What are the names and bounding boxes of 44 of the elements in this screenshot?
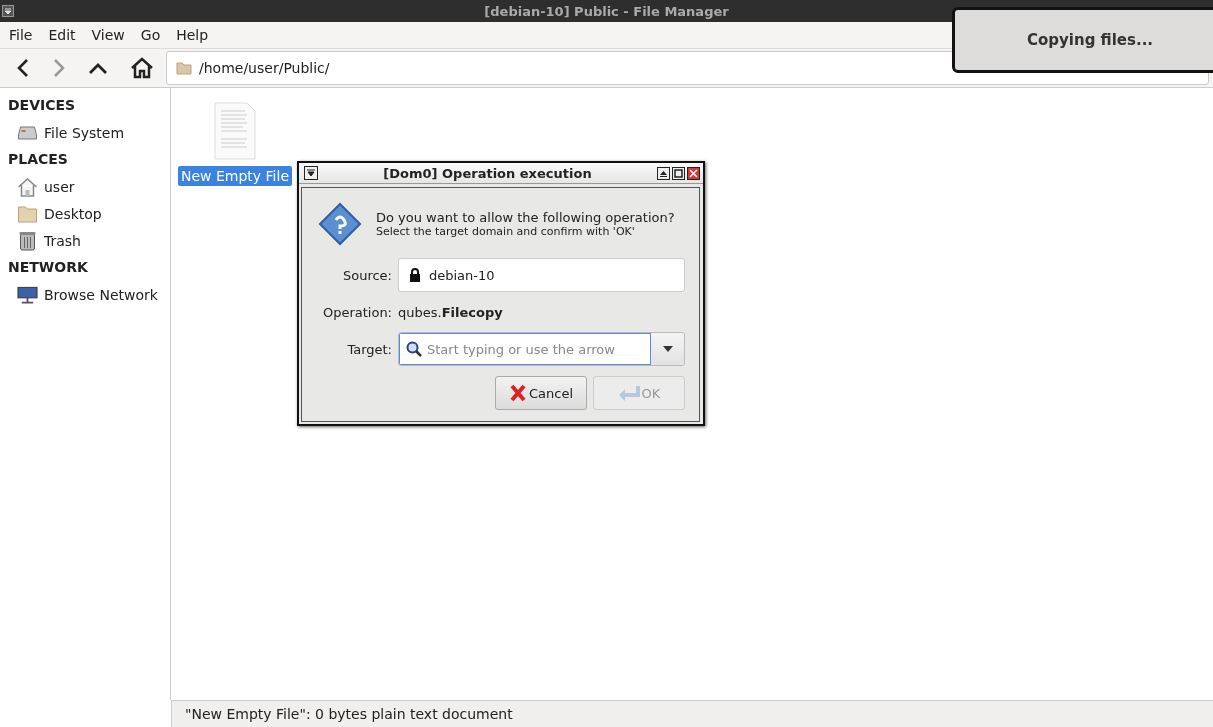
menu-item[interactable]: Go bbox=[132, 27, 169, 43]
file-name[interactable]: New Empty File bbox=[178, 166, 292, 186]
menu-item[interactable]: Help bbox=[168, 27, 217, 43]
operation-value: qubes.Filecopy bbox=[398, 303, 504, 322]
field-label: Operation: bbox=[321, 304, 392, 320]
dialog-hint: Select the target domain and confirm with 'OK' bbox=[376, 225, 636, 238]
sidebar-item[interactable]: File System bbox=[0, 119, 170, 146]
maximize-icon[interactable] bbox=[672, 166, 685, 180]
home-icon[interactable] bbox=[130, 57, 154, 79]
trash-icon bbox=[17, 230, 38, 251]
source-field: debian-10 bbox=[398, 258, 685, 292]
lock-icon bbox=[409, 268, 421, 282]
cross-icon bbox=[508, 384, 527, 402]
sidebar-item[interactable]: Desktop bbox=[0, 200, 170, 227]
drive-icon bbox=[17, 125, 38, 140]
window-menu-icon[interactable] bbox=[304, 166, 318, 180]
status-bar: "New Empty File": 0 bytes plain text document bbox=[171, 700, 1213, 727]
field-label: Source: bbox=[341, 267, 392, 283]
sidebar-heading: PLACES bbox=[7, 150, 69, 169]
back-icon[interactable] bbox=[16, 58, 30, 78]
notification-text: Copying files... bbox=[1027, 31, 1154, 49]
network-icon bbox=[17, 285, 38, 304]
sidebar-item[interactable]: Trash bbox=[0, 227, 170, 254]
dialog-title: [Dom0] Operation execution bbox=[382, 165, 593, 181]
window-title: [debian-10] Public - File Manager bbox=[484, 3, 729, 19]
dialog-button[interactable]: Cancel bbox=[495, 376, 587, 410]
dialog-question: Do you want to allow the following operation? bbox=[376, 210, 675, 225]
sidebar-heading: DEVICES bbox=[7, 96, 77, 115]
close-icon[interactable] bbox=[687, 166, 700, 180]
forward-icon[interactable] bbox=[52, 58, 66, 78]
field-label: Target: bbox=[346, 341, 392, 357]
sidebar-item[interactable]: Browse Network bbox=[0, 281, 170, 308]
menu-item[interactable]: View bbox=[83, 27, 133, 43]
question-icon bbox=[318, 202, 362, 246]
up-icon[interactable] bbox=[88, 61, 108, 75]
folder-icon bbox=[17, 204, 38, 223]
enter-arrow-icon bbox=[617, 385, 640, 401]
sidebar-heading: NETWORK bbox=[7, 258, 89, 277]
folder-icon bbox=[176, 61, 192, 75]
shade-icon[interactable] bbox=[657, 166, 670, 180]
menu-item[interactable]: Edit bbox=[40, 27, 84, 43]
home-icon bbox=[17, 176, 38, 197]
sidebar-item[interactable]: user bbox=[0, 173, 170, 200]
menu-item[interactable]: File bbox=[1, 27, 41, 43]
